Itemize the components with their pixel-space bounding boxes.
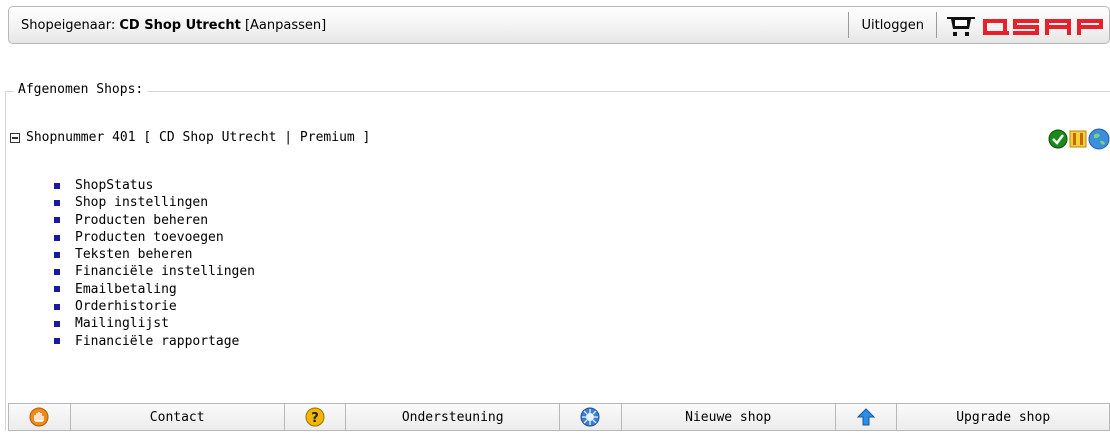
- shop-entry[interactable]: Shopnummer 401 [ CD Shop Utrecht | Premi…: [10, 130, 370, 145]
- new-shop-button[interactable]: Nieuwe shop: [620, 403, 835, 431]
- shop-status-icons: [1048, 128, 1110, 150]
- menu-item-label[interactable]: Mailinglijst: [75, 315, 169, 332]
- upgrade-icon-cell[interactable]: [834, 403, 897, 431]
- question-icon[interactable]: ?: [305, 407, 325, 427]
- support-button[interactable]: Ondersteuning: [345, 403, 559, 431]
- bullet: [54, 217, 60, 224]
- owner-prefix: Shopeigenaar:: [21, 17, 116, 33]
- menu-item-label[interactable]: Emailbetaling: [75, 281, 177, 298]
- menu-item-label[interactable]: Orderhistorie: [75, 298, 177, 315]
- header-actions: Uitloggen: [848, 7, 1109, 43]
- logout-link[interactable]: Uitloggen: [849, 18, 936, 33]
- check-icon[interactable]: [1048, 129, 1068, 149]
- shop-owner: Shopeigenaar: CD Shop Utrecht [Aanpassen…: [9, 18, 326, 33]
- bullet: [54, 269, 60, 276]
- upgrade-arrow-icon[interactable]: [856, 407, 876, 427]
- menu-item-shop-instellingen[interactable]: Shop instellingen: [54, 194, 255, 211]
- collapse-icon[interactable]: [10, 132, 20, 143]
- cart-logo-icon: [947, 17, 1103, 36]
- contact-icon-cell[interactable]: [8, 403, 70, 431]
- menu-item-producten-beheren[interactable]: Producten beheren: [54, 212, 255, 229]
- menu-item-financiele-rapportage[interactable]: Financiële rapportage: [54, 333, 255, 350]
- svg-text:?: ?: [311, 411, 319, 426]
- bullet: [54, 303, 60, 310]
- menu-item-teksten-beheren[interactable]: Teksten beheren: [54, 246, 255, 263]
- menu-item-label[interactable]: Producten toevoegen: [75, 229, 224, 246]
- bullet: [54, 286, 60, 293]
- contact-button[interactable]: Contact: [69, 403, 284, 431]
- qsap-logo: [937, 7, 1109, 43]
- footer-bar: Contact ? Ondersteuning Nieuwe shop Upgr…: [8, 403, 1110, 431]
- menu-item-label[interactable]: Shop instellingen: [75, 194, 208, 211]
- edit-shop-link[interactable]: [Aanpassen]: [245, 18, 326, 33]
- upgrade-shop-button[interactable]: Upgrade shop: [896, 403, 1110, 431]
- bullet: [54, 199, 60, 206]
- menu-item-label[interactable]: ShopStatus: [75, 177, 153, 194]
- menu-item-mailinglijst[interactable]: Mailinglijst: [54, 315, 255, 332]
- menu-item-orderhistorie[interactable]: Orderhistorie: [54, 298, 255, 315]
- menu-item-label[interactable]: Financiële rapportage: [75, 333, 239, 350]
- menu-item-label[interactable]: Financiële instellingen: [75, 263, 255, 280]
- menu-item-producten-toevoegen[interactable]: Producten toevoegen: [54, 229, 255, 246]
- new-shop-icon-cell[interactable]: [559, 403, 621, 431]
- bullet: [54, 182, 60, 189]
- fieldset-legend: Afgenomen Shops:: [14, 82, 148, 97]
- shop-entry-label: Shopnummer 401 [ CD Shop Utrecht | Premi…: [26, 130, 371, 145]
- bullet: [54, 234, 60, 241]
- bullet: [54, 321, 60, 328]
- support-icon-cell[interactable]: ?: [283, 403, 346, 431]
- menu-item-label[interactable]: Producten beheren: [75, 212, 208, 229]
- globe-icon[interactable]: [1088, 128, 1110, 150]
- menu-item-label[interactable]: Teksten beheren: [75, 246, 192, 263]
- new-shop-icon[interactable]: [580, 407, 600, 427]
- menu-item-emailbetaling[interactable]: Emailbetaling: [54, 281, 255, 298]
- pause-icon[interactable]: [1069, 130, 1087, 148]
- bullet: [54, 338, 60, 345]
- shop-menu: ShopStatus Shop instellingen Producten b…: [54, 177, 255, 350]
- hand-icon[interactable]: [29, 407, 49, 427]
- menu-item-shopstatus[interactable]: ShopStatus: [54, 177, 255, 194]
- menu-item-financiele-instellingen[interactable]: Financiële instellingen: [54, 263, 255, 280]
- top-bar: Shopeigenaar: CD Shop Utrecht [Aanpassen…: [8, 6, 1110, 44]
- shop-name: CD Shop Utrecht: [119, 17, 241, 33]
- bullet: [54, 251, 60, 258]
